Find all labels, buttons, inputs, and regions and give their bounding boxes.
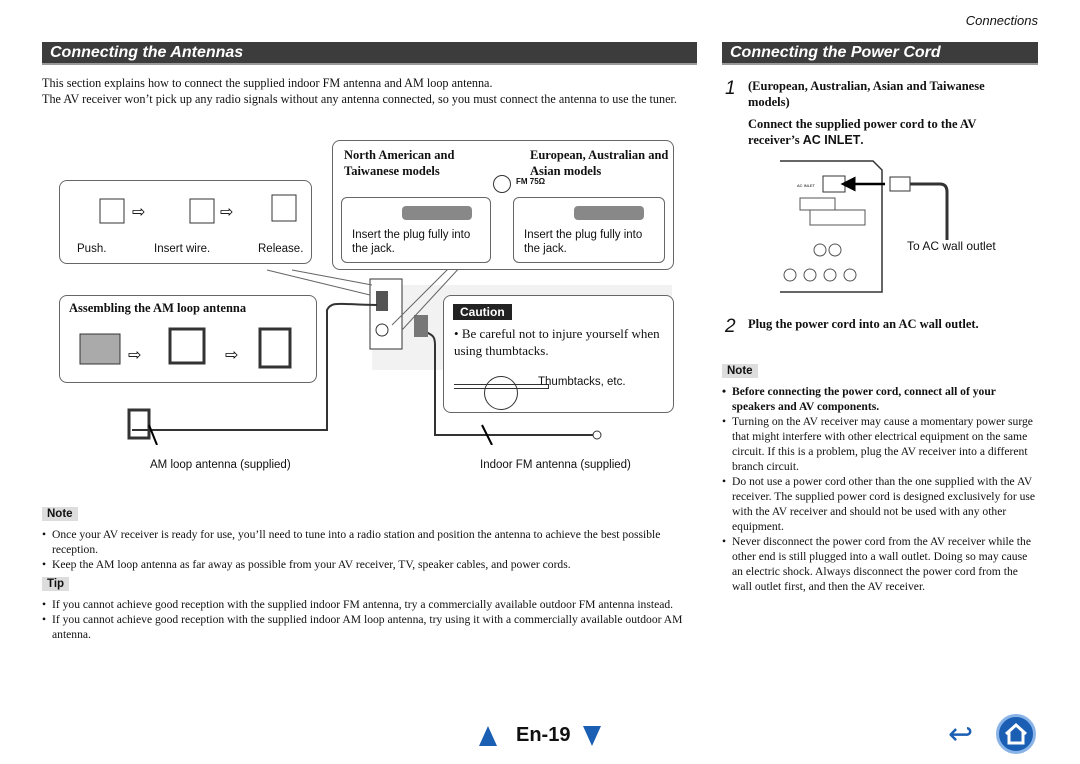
intro-line: The AV receiver won’t pick up any radio … [42, 92, 677, 106]
am-loop-antenna-icon [127, 408, 151, 440]
am-assembly-title: Assembling the AM loop antenna [69, 301, 247, 315]
eu-models-title: European, Australian and Asian models [530, 148, 669, 178]
fm-jack-icon [493, 175, 511, 193]
wire-steps-callout: ⇨ ⇨ Push. Insert wire. Release. [59, 180, 312, 264]
power-plug-icon [889, 176, 911, 192]
wall-outlet-label: To AC wall outlet [907, 239, 996, 253]
caution-callout: Caution • Be careful not to injure yours… [443, 295, 674, 413]
back-icon[interactable]: ↩ [948, 720, 973, 750]
eu-plug-box: Insert the plug fully into the jack. [513, 197, 665, 263]
thumbtack-icon [484, 376, 518, 410]
home-icon[interactable] [996, 714, 1036, 754]
intro: This section explains how to connect the… [42, 75, 697, 107]
step-insert-wire: Insert wire. [154, 243, 211, 255]
caution-text-content: Be careful not to injure yourself when u… [454, 326, 660, 358]
na-plug-box: Insert the plug fully into the jack. [341, 197, 491, 263]
page-number: En-19 [516, 724, 571, 746]
na-plug-text: Insert the plug fully into the jack. [352, 229, 471, 255]
svg-text:⇨: ⇨ [128, 347, 141, 364]
section-label: Connections [965, 13, 1038, 28]
thumbtacks-label: Thumbtacks, etc. [538, 376, 626, 388]
wire-steps-icons: ⇨ ⇨ [99, 194, 297, 224]
fm-plug-icon [402, 206, 472, 220]
tip-label: Tip [42, 577, 70, 591]
power-cord-diagram: AC INLET [780, 160, 949, 293]
tip-item: If you cannot achieve good reception wit… [42, 597, 702, 612]
antenna-tips: If you cannot achieve good reception wit… [42, 597, 702, 642]
power-notes: Before connecting the power cord, connec… [722, 384, 1038, 594]
tip-item: If you cannot achieve good reception wit… [42, 612, 702, 642]
note-item: Once your AV receiver is ready for use, … [42, 527, 697, 557]
step-push: Push. [77, 243, 107, 255]
wire-icon [454, 384, 549, 389]
note-item: Keep the AM loop antenna as far away as … [42, 557, 697, 572]
am-assembly-icons: ⇨ ⇨ [79, 327, 292, 369]
fm-plug-icon [574, 206, 644, 220]
step-1-end: . [860, 133, 864, 147]
note-item: Turning on the AV receiver may cause a m… [722, 414, 1038, 474]
ac-inlet-text: AC INLET [797, 183, 816, 188]
step-2-text: Plug the power cord into an AC wall outl… [748, 317, 979, 331]
intro-line: This section explains how to connect the… [42, 76, 493, 90]
note-item: Never disconnect the power cord from the… [722, 534, 1038, 594]
power-note-label: Note [722, 364, 758, 378]
caution-label: Caution [453, 304, 512, 320]
next-page-icon[interactable] [583, 726, 601, 746]
fm-antenna-caption: Indoor FM antenna (supplied) [480, 459, 631, 471]
antenna-terminal [369, 278, 403, 350]
na-models-title: North American and Taiwanese models [344, 148, 455, 178]
svg-text:⇨: ⇨ [132, 204, 145, 221]
antennas-heading: Connecting the Antennas [42, 42, 697, 65]
previous-page-icon[interactable] [479, 726, 497, 746]
note-label: Note [42, 507, 78, 521]
svg-text:⇨: ⇨ [220, 204, 233, 221]
am-antenna-caption: AM loop antenna (supplied) [150, 459, 291, 471]
antenna-notes: Once your AV receiver is ready for use, … [42, 527, 697, 572]
step-release: Release. [258, 243, 304, 255]
svg-text:⇨: ⇨ [225, 347, 238, 364]
power-cord-heading: Connecting the Power Cord [722, 42, 1038, 65]
eu-plug-text: Insert the plug fully into the jack. [524, 229, 643, 255]
step-1-text: Connect the supplied power cord to the A… [748, 116, 1028, 148]
fm-jack-label: FM 75Ω [516, 177, 546, 186]
step-2-number: 2 [725, 316, 736, 337]
step-1-models: (European, Australian, Asian and Taiwane… [748, 79, 985, 109]
note-item-bold: Before connecting the power cord, connec… [722, 384, 1038, 414]
fm-plug-callout: North American and Taiwanese models Euro… [332, 140, 674, 270]
caution-text: • Be careful not to injure yourself when… [454, 326, 660, 358]
am-assembly-callout: Assembling the AM loop antenna ⇨ ⇨ [59, 295, 317, 383]
ac-inlet-label: AC INLET [802, 133, 861, 147]
note-item: Do not use a power cord other than the o… [722, 474, 1038, 534]
step-1-number: 1 [725, 78, 736, 99]
